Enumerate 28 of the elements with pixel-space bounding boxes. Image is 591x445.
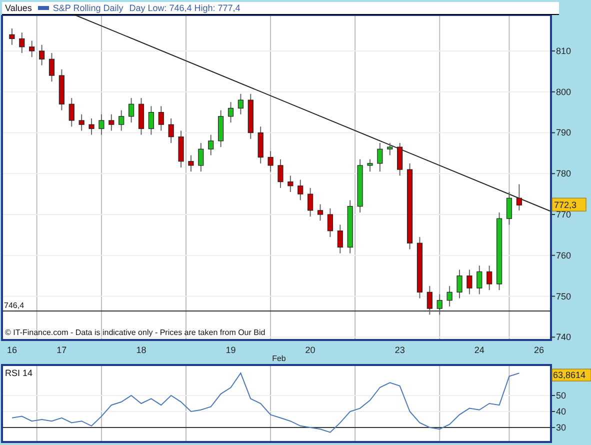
axis-label: 19	[226, 345, 236, 355]
price-badge: 772,3	[552, 198, 586, 212]
axis-label: 30	[556, 422, 566, 433]
axis-label: 760	[556, 250, 572, 260]
chart-title: RSI 14	[5, 368, 33, 378]
axis-label: 26	[534, 345, 544, 355]
axis-label: 790	[556, 128, 572, 138]
axis-title: Feb	[272, 354, 286, 363]
axis-label: 40	[556, 406, 566, 417]
axis-label: 800	[556, 86, 572, 97]
legend-label: S&P Rolling Daily	[52, 3, 124, 13]
axis-label: 50	[556, 390, 566, 400]
axis-label: 810	[556, 46, 572, 56]
axis-label: 24	[474, 345, 484, 355]
header-title: Values	[5, 3, 32, 13]
axis-label: 740	[556, 332, 572, 342]
line-label: 746,4	[4, 300, 24, 310]
axis-label: 780	[556, 168, 572, 179]
axis-label: 16	[6, 345, 17, 355]
axis-label: 17	[56, 345, 67, 355]
axis-label: 20	[305, 345, 316, 355]
value-badge: 63,8614	[552, 368, 591, 382]
axis-label: 18	[136, 345, 146, 355]
axis-label: 23	[394, 345, 405, 355]
disclaimer-text: © IT-Finance.com - Data is indicative only - Prices are taken from Our Bid	[5, 328, 266, 337]
axis-label: 750	[556, 291, 572, 302]
day-range-text: Day Low: 746,4 High: 777,4	[129, 3, 240, 13]
axis-label: 770	[556, 210, 572, 220]
